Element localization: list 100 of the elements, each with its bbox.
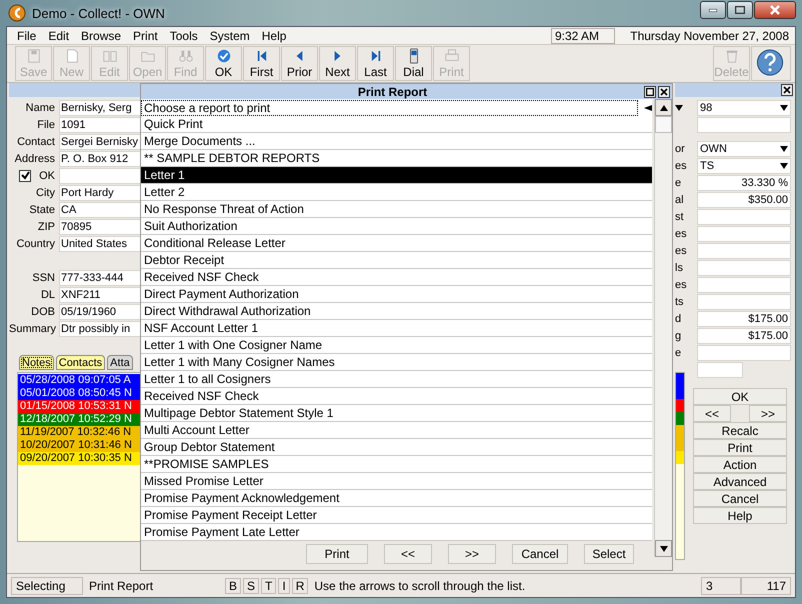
input-field[interactable]: XNF211 [59, 286, 140, 302]
note-row[interactable]: 05/01/2008 08:50:45 N [18, 387, 140, 400]
side-button[interactable]: Cancel [693, 490, 787, 507]
report-item[interactable]: Received NSF Check [141, 388, 652, 405]
maximize-button[interactable] [727, 1, 753, 19]
report-item[interactable]: Multipage Debtor Statement Style 1 [141, 405, 652, 422]
report-item[interactable]: Letter 2 [141, 184, 652, 201]
menu-item[interactable]: System [204, 28, 256, 42]
input-field[interactable]: $175.00 [697, 328, 791, 344]
dropdown[interactable]: TS [697, 158, 791, 174]
note-row[interactable]: 05/28/2008 09:07:05 A [18, 374, 140, 387]
scrollbar[interactable] [654, 99, 672, 557]
scroll-up-icon[interactable] [660, 104, 668, 110]
dialog-button[interactable]: Select [584, 544, 634, 564]
input-field[interactable] [697, 260, 791, 276]
report-item[interactable]: Missed Promise Letter [141, 473, 652, 490]
side-button[interactable]: Action [693, 456, 787, 473]
minimize-button[interactable] [700, 1, 726, 19]
report-item[interactable]: Multi Account Letter [141, 422, 652, 439]
input-field[interactable] [59, 168, 140, 184]
report-item[interactable]: No Response Threat of Action [141, 201, 652, 218]
report-item[interactable]: Letter 1 with Many Cosigner Names [141, 354, 652, 371]
input-field[interactable] [697, 362, 743, 378]
tab[interactable]: Notes [19, 355, 54, 370]
report-item[interactable]: Direct Withdrawal Authorization [141, 303, 652, 320]
toolbar-button[interactable]: First [243, 46, 280, 81]
input-field[interactable]: Port Hardy [59, 184, 140, 200]
report-item[interactable]: **PROMISE SAMPLES [141, 456, 652, 473]
input-field[interactable]: 33.330 % [697, 174, 791, 190]
input-field[interactable]: Sergei Bernisky [59, 134, 140, 150]
dropdown-arrow-icon[interactable] [780, 146, 788, 152]
report-item[interactable]: Debtor Receipt [141, 252, 652, 269]
dialog-button[interactable]: >> [448, 544, 496, 564]
note-row[interactable]: 09/20/2007 10:30:35 N [18, 452, 140, 465]
toolbar-button[interactable]: Prior [281, 46, 318, 81]
tab[interactable]: Contacts [56, 355, 106, 370]
input-field[interactable] [697, 294, 791, 310]
report-item[interactable]: Promise Payment Acknowledgement [141, 490, 652, 507]
report-item[interactable]: Direct Payment Authorization [141, 286, 652, 303]
dropdown[interactable]: OWN [697, 140, 791, 156]
report-item[interactable]: Group Debtor Statement [141, 439, 652, 456]
dialog-button[interactable]: Print [306, 544, 368, 564]
dropdown-arrow-icon[interactable] [675, 104, 683, 110]
dropdown-arrow-icon[interactable] [780, 104, 788, 110]
input-field[interactable]: CA [59, 202, 140, 218]
report-item[interactable]: NSF Account Letter 1 [141, 320, 652, 337]
note-row[interactable]: 11/19/2007 10:32:46 N [18, 426, 140, 439]
help-button[interactable] [751, 46, 791, 81]
dropdown-arrow-icon[interactable] [780, 162, 788, 168]
report-item[interactable]: Merge Documents ... [141, 133, 652, 150]
side-button[interactable]: >> [749, 405, 787, 422]
report-item[interactable]: Quick Print [141, 116, 652, 133]
input-field[interactable] [697, 116, 791, 132]
input-field[interactable]: Bernisky, Serg [59, 100, 140, 116]
menu-item[interactable]: Browse [75, 28, 128, 42]
menu-item[interactable]: Print [127, 28, 164, 42]
input-field[interactable]: Dtr possibly in [59, 320, 140, 336]
report-item[interactable]: ** SAMPLE DEBTOR REPORTS [141, 150, 652, 167]
side-button[interactable]: Advanced [693, 473, 787, 490]
note-row[interactable]: 12/18/2007 10:52:29 N [18, 413, 140, 426]
input-field[interactable] [697, 276, 791, 292]
toolbar-button[interactable]: OK [205, 46, 242, 81]
input-field[interactable] [697, 344, 791, 360]
input-field[interactable]: United States [59, 236, 140, 252]
input-field[interactable]: 1091 [59, 116, 140, 132]
scroll-thumb[interactable] [655, 116, 672, 133]
note-row[interactable]: 10/20/2007 10:31:46 N [18, 439, 140, 452]
report-item[interactable]: Letter 1 with One Cosigner Name [141, 337, 652, 354]
side-button[interactable]: Print [693, 439, 787, 456]
input-field[interactable]: $175.00 [697, 310, 791, 326]
menu-item[interactable]: Edit [42, 28, 76, 42]
input-field[interactable]: 05/19/1960 [59, 304, 140, 320]
input-field[interactable] [697, 242, 791, 258]
report-item[interactable]: Letter 1 to all Cosigners [141, 371, 652, 388]
dialog-button[interactable]: << [384, 544, 432, 564]
close-button[interactable] [754, 1, 796, 19]
toolbar-button[interactable]: Dial [395, 46, 432, 81]
report-item[interactable]: Suit Authorization [141, 218, 652, 235]
menu-item[interactable]: Help [256, 28, 292, 42]
side-button[interactable]: Help [693, 507, 787, 524]
input-field[interactable] [697, 226, 791, 242]
report-item[interactable]: Promise Payment Receipt Letter [141, 507, 652, 524]
input-field[interactable]: 70895 [59, 218, 140, 234]
restore-button[interactable] [644, 86, 656, 98]
side-button[interactable]: << [693, 405, 731, 422]
checkbox[interactable] [19, 170, 31, 182]
report-item[interactable]: Conditional Release Letter [141, 235, 652, 252]
side-button[interactable]: OK [693, 388, 787, 405]
input-field[interactable]: $350.00 [697, 192, 791, 208]
close-button[interactable] [781, 84, 793, 96]
toolbar-button[interactable]: Next [319, 46, 356, 81]
dropdown[interactable]: 98 [697, 100, 791, 116]
dialog-button[interactable]: Cancel [512, 544, 568, 564]
report-item[interactable]: Letter 1 [141, 167, 652, 184]
scroll-down-icon[interactable] [660, 546, 668, 552]
input-field[interactable]: P. O. Box 912 [59, 150, 140, 166]
side-button[interactable]: Recalc [693, 422, 787, 439]
triangle-left-icon[interactable] [644, 104, 652, 110]
toolbar-button[interactable]: Last [357, 46, 394, 81]
close-button[interactable] [658, 86, 670, 98]
